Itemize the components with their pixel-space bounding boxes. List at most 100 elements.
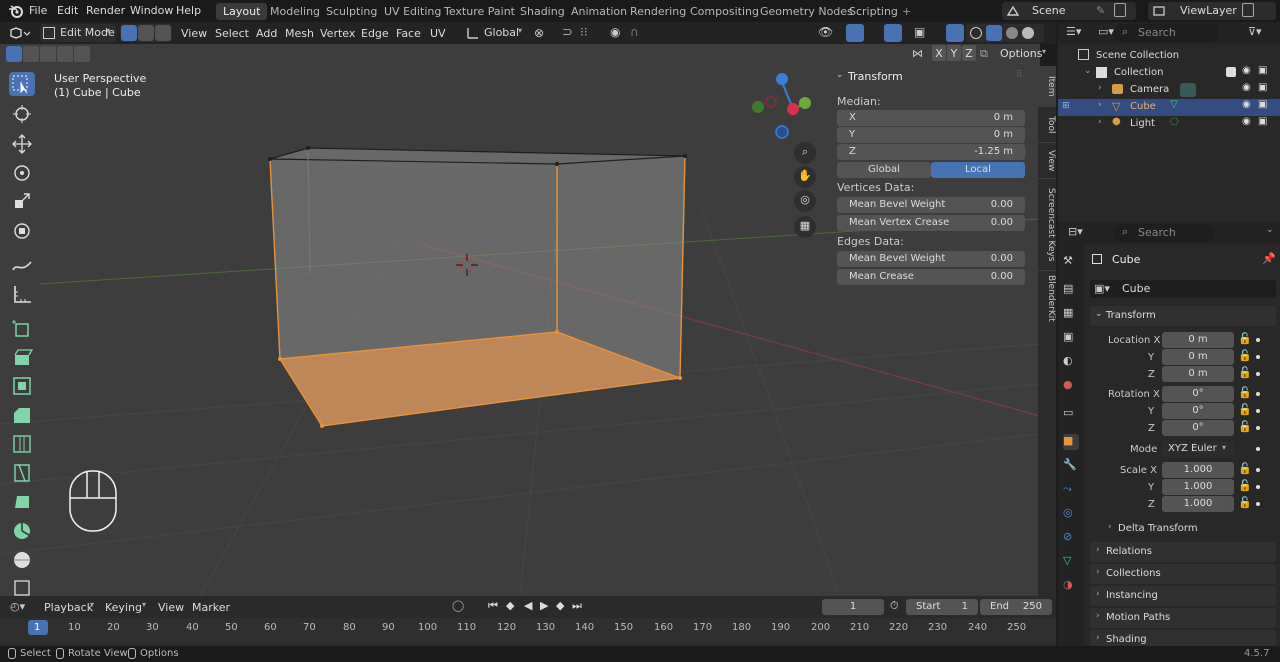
object-name-field[interactable]: ▣▾ Cube (1090, 280, 1276, 298)
drag-handle-icon[interactable]: ⠿ (1016, 70, 1023, 80)
chevron-down-icon[interactable]: ⌄ (836, 70, 844, 80)
zoom-icon[interactable]: ⌕ (794, 142, 816, 164)
view-layer-tab-icon[interactable]: ▣ (1063, 330, 1079, 346)
view-layer-selector[interactable]: ViewLayer (1148, 2, 1276, 20)
chevron-right-icon[interactable]: › (1098, 117, 1102, 127)
checkbox-icon[interactable] (1226, 67, 1236, 77)
lock-icon[interactable]: 🔓 (1238, 332, 1252, 345)
lock-icon[interactable]: 🔓 (1238, 496, 1252, 509)
pin-icon[interactable]: 📌 (1262, 252, 1276, 265)
orientation-selector[interactable]: Global ▾ (462, 24, 528, 42)
edge-crease-field[interactable]: Mean Crease 0.00 (837, 269, 1025, 285)
shading-section[interactable]: › Shading (1090, 630, 1276, 646)
menu-render[interactable]: Render (86, 4, 125, 17)
keyframe-dot-icon[interactable] (1256, 409, 1260, 413)
eye-icon[interactable]: ◉ (1242, 99, 1251, 110)
menu-view[interactable]: View (176, 25, 212, 42)
collection-row[interactable]: ⌄ Collection ◉ ▣ (1058, 65, 1280, 82)
smooth-tool-icon[interactable] (9, 548, 35, 572)
median-y-field[interactable]: Y 0 m (837, 127, 1025, 143)
tab-modeling[interactable]: Modeling (263, 3, 327, 20)
next-keyframe-icon[interactable]: ◆ (556, 599, 564, 612)
overlay-icon[interactable] (884, 24, 902, 42)
camera-view-icon[interactable]: ◎ (794, 190, 816, 212)
keyframe-dot-icon[interactable] (1256, 485, 1260, 489)
play-icon[interactable]: ▶ (540, 599, 548, 612)
topology-mirror-icon[interactable]: ⧉ (980, 47, 988, 61)
measure-tool-icon[interactable] (9, 282, 35, 306)
menu-uv[interactable]: UV (425, 25, 451, 42)
properties-search-field[interactable]: ⌕ Search (1114, 224, 1214, 242)
falloff-icon[interactable]: ∩ (630, 25, 639, 39)
camera-render-icon[interactable]: ▣ (1258, 99, 1267, 110)
keyframe-dot-icon[interactable] (1256, 426, 1260, 430)
material-tab-icon[interactable]: ◑ (1063, 578, 1079, 594)
knife-tool-icon[interactable] (9, 461, 35, 485)
add-cube-tool-icon[interactable] (9, 316, 35, 340)
menu-select[interactable]: Select (210, 25, 254, 42)
rotation-z-field[interactable]: 0° (1162, 420, 1234, 436)
eye-icon[interactable]: ◉ (1242, 82, 1251, 93)
location-z-field[interactable]: 0 m (1162, 366, 1234, 382)
menu-face[interactable]: Face (391, 25, 426, 42)
tab-layout[interactable]: Layout (216, 3, 268, 20)
solid-shading-icon[interactable] (986, 25, 1002, 41)
menu-keying[interactable]: Keying (105, 601, 142, 614)
keyframe-dot-icon[interactable] (1256, 447, 1260, 451)
rendered-shading-icon[interactable] (1022, 27, 1034, 39)
lock-icon[interactable]: 🔓 (1238, 403, 1252, 416)
options-dropdown[interactable]: Options (1000, 47, 1042, 60)
3d-cursor-icon[interactable] (456, 254, 478, 276)
copy-scene-icon[interactable] (1114, 3, 1126, 17)
space-local-button[interactable]: Local (931, 162, 1025, 178)
bevel-tool-icon[interactable] (9, 403, 35, 427)
mesh-data-icon[interactable]: ▽ (1170, 99, 1178, 110)
camera-render-icon[interactable]: ▣ (1258, 82, 1267, 93)
menu-playback[interactable]: Playback (44, 601, 93, 614)
lock-icon[interactable]: 🔓 (1238, 386, 1252, 399)
play-reverse-icon[interactable]: ◀ (524, 599, 532, 612)
properties-editor-icon[interactable]: ⊟▾ (1068, 225, 1083, 238)
keyframe-dot-icon[interactable] (1256, 355, 1260, 359)
transform-section[interactable]: ⌄ Transform (1090, 306, 1276, 326)
particles-tab-icon[interactable]: ⤳ (1063, 482, 1079, 498)
mirror-y-toggle[interactable]: Y (947, 45, 961, 61)
gizmo-icon[interactable] (846, 24, 864, 42)
outliner-item-light[interactable]: › ● Light ◌ ◉ ▣ (1058, 116, 1280, 133)
select-subtract-icon[interactable] (40, 46, 56, 62)
select-box-tool-icon[interactable] (9, 72, 35, 96)
menu-add[interactable]: Add (251, 25, 282, 42)
keyframe-dot-icon[interactable] (1256, 338, 1260, 342)
keyframe-dot-icon[interactable] (1256, 502, 1260, 506)
extrude-tool-icon[interactable] (9, 345, 35, 369)
prev-keyframe-icon[interactable]: ◆ (506, 599, 514, 612)
pan-hand-icon[interactable]: ✋ (794, 166, 816, 188)
eye-icon[interactable]: ◉ (1242, 65, 1251, 76)
auto-keying-icon[interactable]: ◯ (452, 599, 464, 612)
location-x-field[interactable]: 0 m (1162, 332, 1234, 348)
instancing-section[interactable]: › Instancing (1090, 586, 1276, 606)
lock-icon[interactable]: 🔓 (1238, 479, 1252, 492)
scene-tab-icon[interactable]: ◐ (1063, 354, 1079, 370)
camera-render-icon[interactable]: ▣ (1258, 65, 1267, 76)
vertex-bevel-weight-field[interactable]: Mean Bevel Weight 0.00 (837, 197, 1025, 213)
pivot-icon[interactable]: ⊗ (534, 26, 544, 40)
tool-tab-icon[interactable]: ⚒ (1063, 254, 1079, 270)
outliner-editor-icon[interactable]: ☰▾ (1066, 25, 1081, 38)
modifier-tab-icon[interactable]: 🔧 (1063, 458, 1079, 474)
inset-tool-icon[interactable] (9, 374, 35, 398)
select-invert-icon[interactable] (57, 46, 73, 62)
lock-icon[interactable]: 🔓 (1238, 462, 1252, 475)
physics-tab-icon[interactable]: ◎ (1063, 506, 1079, 522)
transform-panel-title[interactable]: Transform (848, 70, 903, 83)
tab-texture-paint[interactable]: Texture Paint (437, 3, 522, 20)
poly-build-tool-icon[interactable] (9, 490, 35, 514)
outliner-item-camera[interactable]: › Camera ◉ ▣ (1058, 82, 1280, 99)
tab-screencast-keys[interactable]: Screencast Keys (1038, 178, 1056, 270)
edge-bevel-weight-field[interactable]: Mean Bevel Weight 0.00 (837, 251, 1025, 267)
annotate-tool-icon[interactable] (9, 254, 35, 278)
object-tab-icon[interactable]: ■ (1063, 434, 1079, 450)
lock-icon[interactable]: 🔓 (1238, 349, 1252, 362)
scale-z-field[interactable]: 1.000 (1162, 496, 1234, 512)
tab-item[interactable]: Item (1038, 66, 1056, 106)
